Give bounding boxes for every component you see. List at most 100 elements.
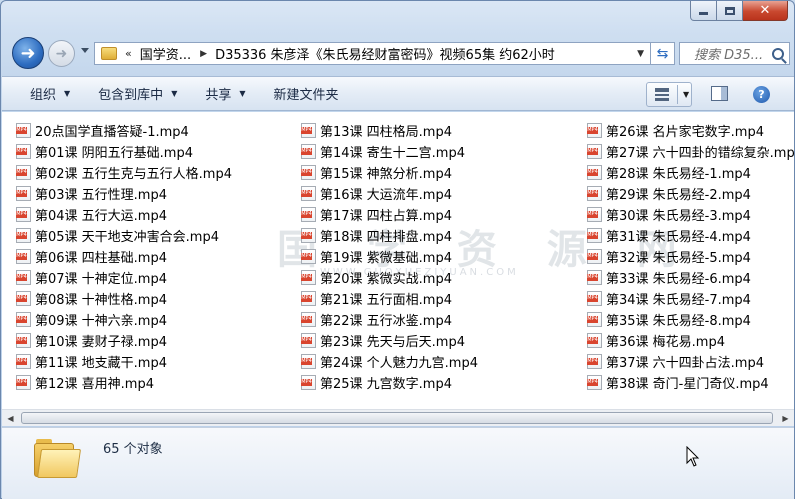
file-item[interactable]: 第29课 朱氏易经-2.mp4 [587, 183, 794, 204]
file-item[interactable]: 第23课 先天与后天.mp4 [301, 330, 478, 351]
file-item[interactable]: 第15课 神煞分析.mp4 [301, 162, 478, 183]
caption-buttons: ✕ [690, 1, 788, 21]
minimize-icon [699, 12, 708, 15]
breadcrumb-segment-parent[interactable]: 国学资... [140, 44, 191, 63]
scroll-left-icon[interactable]: ◀ [2, 410, 19, 426]
file-name: 第21课 五行面相.mp4 [320, 293, 452, 308]
address-bar[interactable]: « 国学资... ▶ D35336 朱彦泽《朱氏易经财富密码》视频65集 约62… [94, 42, 651, 65]
file-name: 第01课 阴阳五行基础.mp4 [35, 146, 193, 161]
file-item[interactable]: 第16课 大运流年.mp4 [301, 183, 478, 204]
new-folder-button[interactable]: 新建文件夹 [274, 84, 339, 103]
file-item[interactable]: 第02课 五行生克与五行人格.mp4 [16, 162, 232, 183]
search-icon[interactable] [772, 47, 784, 60]
scrollbar-thumb[interactable] [21, 412, 773, 424]
file-item[interactable]: 第12课 喜用神.mp4 [16, 372, 232, 393]
file-name: 第07课 十神定位.mp4 [35, 272, 167, 287]
file-item[interactable]: 第31课 朱氏易经-4.mp4 [587, 225, 794, 246]
file-item[interactable]: 第06课 四柱基础.mp4 [16, 246, 232, 267]
mp4-file-icon [301, 228, 316, 243]
file-name: 第28课 朱氏易经-1.mp4 [606, 167, 751, 182]
mp4-file-icon [301, 144, 316, 159]
file-item[interactable]: 第17课 四柱占算.mp4 [301, 204, 478, 225]
mp4-file-icon [16, 186, 31, 201]
file-name: 第25课 九宫数字.mp4 [320, 377, 452, 392]
file-name: 第35课 朱氏易经-8.mp4 [606, 314, 751, 329]
file-item[interactable]: 第10课 妻财子禄.mp4 [16, 330, 232, 351]
file-item[interactable]: 第27课 六十四卦的错综复杂.mp4 [587, 141, 794, 162]
file-item[interactable]: 第28课 朱氏易经-1.mp4 [587, 162, 794, 183]
include-in-library-button[interactable]: 包含到库中 ▼ [98, 84, 177, 103]
recent-pages-dropdown[interactable] [81, 48, 89, 53]
file-item[interactable]: 第34课 朱氏易经-7.mp4 [587, 288, 794, 309]
file-item[interactable]: 第22课 五行冰鉴.mp4 [301, 309, 478, 330]
file-item[interactable]: 第33课 朱氏易经-6.mp4 [587, 267, 794, 288]
file-item[interactable]: 第05课 天干地支冲害合会.mp4 [16, 225, 232, 246]
file-name: 第09课 十神六亲.mp4 [35, 314, 167, 329]
mp4-file-icon [16, 291, 31, 306]
refresh-icon: ⇆ [656, 45, 669, 62]
horizontal-scrollbar[interactable]: ◀ ▶ [2, 409, 794, 426]
file-item[interactable]: 第14课 寄生十二宫.mp4 [301, 141, 478, 162]
help-icon[interactable]: ? [753, 86, 770, 103]
file-item[interactable]: 第20课 紫微实战.mp4 [301, 267, 478, 288]
item-count: 65 个对象 [103, 442, 163, 457]
preview-pane-icon[interactable] [711, 86, 728, 101]
file-column-1: 20点国学直播答疑-1.mp4 第01课 阴阳五行基础.mp4 第02课 五行生克与… [16, 120, 232, 393]
search-input[interactable]: 搜索 D35... [679, 42, 790, 65]
file-item[interactable]: 第08课 十神性格.mp4 [16, 288, 232, 309]
file-name: 第34课 朱氏易经-7.mp4 [606, 293, 751, 308]
file-name: 第18课 四柱排盘.mp4 [320, 230, 452, 245]
refresh-button[interactable]: ⇆ [651, 42, 675, 65]
file-item[interactable]: 第04课 五行大运.mp4 [16, 204, 232, 225]
maximize-button[interactable] [717, 1, 743, 21]
file-item[interactable]: 第30课 朱氏易经-3.mp4 [587, 204, 794, 225]
file-name: 第11课 地支藏干.mp4 [35, 356, 167, 371]
caret-down-icon[interactable]: ▼ [683, 90, 689, 99]
breadcrumb-segment-current[interactable]: D35336 朱彦泽《朱氏易经财富密码》视频65集 约62小时 [215, 44, 555, 63]
share-button[interactable]: 共享 ▼ [205, 84, 245, 103]
file-item[interactable]: 第38课 奇门-星门奇仪.mp4 [587, 372, 794, 393]
explorer-window: ✕ ➜ ➜ « 国学资... ▶ D35336 朱彦泽《朱氏易经财富密码》视频6… [0, 0, 795, 499]
file-item[interactable]: 第24课 个人魅力九宫.mp4 [301, 351, 478, 372]
mp4-file-icon [587, 228, 602, 243]
mp4-file-icon [16, 144, 31, 159]
file-item[interactable]: 第35课 朱氏易经-8.mp4 [587, 309, 794, 330]
address-dropdown-icon[interactable]: ▼ [637, 49, 644, 59]
close-button[interactable]: ✕ [743, 1, 788, 21]
file-item[interactable]: 第07课 十神定位.mp4 [16, 267, 232, 288]
file-item[interactable]: 20点国学直播答疑-1.mp4 [16, 120, 232, 141]
file-item[interactable]: 第36课 梅花易.mp4 [587, 330, 794, 351]
mp4-file-icon [301, 270, 316, 285]
file-item[interactable]: 第01课 阴阳五行基础.mp4 [16, 141, 232, 162]
forward-button[interactable]: ➜ [48, 40, 75, 67]
scroll-right-icon[interactable]: ▶ [777, 410, 794, 426]
mouse-cursor-icon [686, 446, 700, 467]
mp4-file-icon [16, 123, 31, 138]
minimize-button[interactable] [690, 1, 717, 21]
organize-menu-button[interactable]: 组织 ▼ [30, 84, 70, 103]
back-button[interactable]: ➜ [12, 37, 44, 69]
file-item[interactable]: 第26课 名片家宅数字.mp4 [587, 120, 794, 141]
file-item[interactable]: 第25课 九宫数字.mp4 [301, 372, 478, 393]
caret-down-icon: ▼ [239, 89, 246, 98]
file-item[interactable]: 第18课 四柱排盘.mp4 [301, 225, 478, 246]
mp4-file-icon [16, 354, 31, 369]
file-item[interactable]: 第11课 地支藏干.mp4 [16, 351, 232, 372]
mp4-file-icon [16, 375, 31, 390]
file-name: 第31课 朱氏易经-4.mp4 [606, 230, 751, 245]
breadcrumb-arrow-icon[interactable]: ▶ [200, 49, 207, 59]
file-item[interactable]: 第19课 紫微基础.mp4 [301, 246, 478, 267]
file-name: 第29课 朱氏易经-2.mp4 [606, 188, 751, 203]
file-item[interactable]: 第09课 十神六亲.mp4 [16, 309, 232, 330]
file-item[interactable]: 第13课 四柱格局.mp4 [301, 120, 478, 141]
mp4-file-icon [587, 312, 602, 327]
mp4-file-icon [301, 312, 316, 327]
file-name: 第37课 六十四卦占法.mp4 [606, 356, 764, 371]
file-item[interactable]: 第03课 五行性理.mp4 [16, 183, 232, 204]
file-name: 第04课 五行大运.mp4 [35, 209, 167, 224]
file-item[interactable]: 第32课 朱氏易经-5.mp4 [587, 246, 794, 267]
file-item[interactable]: 第37课 六十四卦占法.mp4 [587, 351, 794, 372]
file-item[interactable]: 第21课 五行面相.mp4 [301, 288, 478, 309]
change-view-button[interactable]: ▼ [646, 82, 692, 107]
address-overflow-chevron[interactable]: « [125, 47, 132, 60]
